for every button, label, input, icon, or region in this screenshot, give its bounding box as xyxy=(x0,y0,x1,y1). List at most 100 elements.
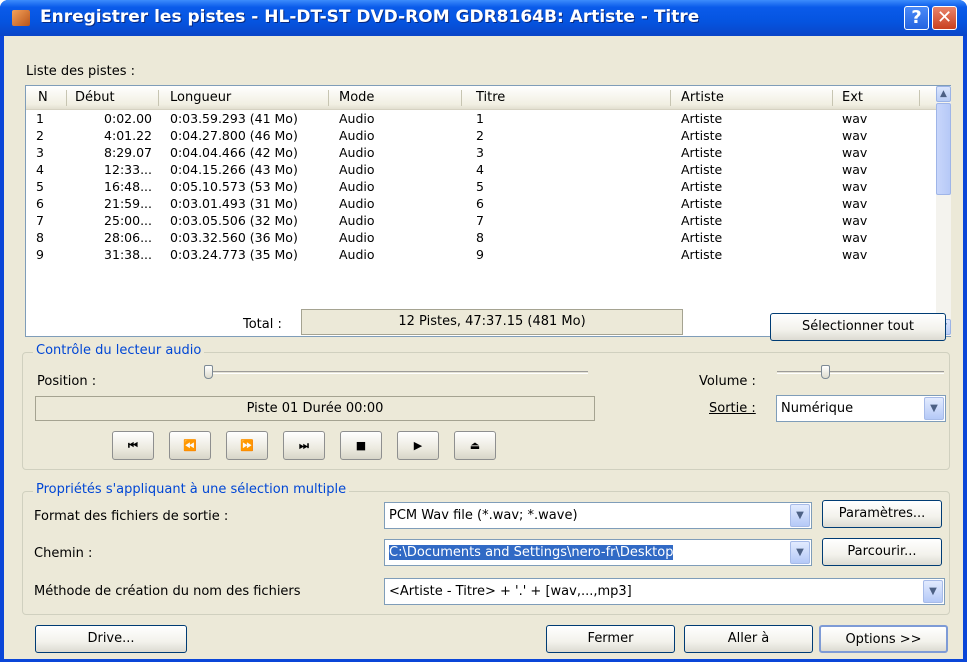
select-all-button[interactable]: Sélectionner tout xyxy=(770,313,946,341)
drive-button[interactable]: Drive... xyxy=(35,625,187,653)
naming-method-value: <Artiste - Titre> + '.' + [wav,...,mp3] xyxy=(389,584,632,599)
table-cell: wav xyxy=(842,111,868,126)
scroll-thumb[interactable] xyxy=(936,103,951,195)
table-cell: 7 xyxy=(476,213,484,228)
table-cell: 4:01.22 xyxy=(104,128,152,143)
col-header-titre[interactable]: Titre xyxy=(476,90,505,105)
help-button[interactable]: ? xyxy=(904,6,929,30)
table-cell: 0:05.10.573 (53 Mo) xyxy=(170,179,298,194)
table-cell: wav xyxy=(842,247,868,262)
dialog-client: Liste des pistes : N Début Longueur Mode… xyxy=(4,36,963,659)
eject-button[interactable]: ⏏ xyxy=(454,431,496,460)
chevron-down-icon[interactable]: ▼ xyxy=(923,580,943,603)
col-header-artiste[interactable]: Artiste xyxy=(681,90,724,105)
table-cell: Audio xyxy=(339,247,375,262)
options-button[interactable]: Options >> xyxy=(819,625,948,653)
col-header-n[interactable]: N xyxy=(38,90,48,105)
stop-button[interactable]: ■ xyxy=(340,431,382,460)
col-header-mode[interactable]: Mode xyxy=(339,90,374,105)
table-cell: 6 xyxy=(36,196,44,211)
close-button[interactable]: Fermer xyxy=(546,625,675,653)
table-cell: Artiste xyxy=(681,145,723,160)
path-input-value[interactable]: C:\Documents and Settings\nero-fr\Deskto… xyxy=(389,545,674,560)
table-cell: 0:03.05.506 (32 Mo) xyxy=(170,213,298,228)
fast-forward-icon: ⏩ xyxy=(240,439,254,452)
table-cell: 21:59... xyxy=(104,196,152,211)
table-row[interactable]: 6 21:59... 0:03.01.493 (31 Mo) Audio 6 Artist… xyxy=(26,196,936,213)
audio-player-group-label: Contrôle du lecteur audio xyxy=(33,343,205,358)
window-title: Enregistrer les pistes - HL-DT-ST DVD-RO… xyxy=(40,7,700,27)
table-cell: wav xyxy=(842,213,868,228)
table-cell: Artiste xyxy=(681,162,723,177)
table-cell: 0:04.27.800 (46 Mo) xyxy=(170,128,298,143)
chevron-down-icon[interactable]: ▼ xyxy=(790,504,810,527)
table-cell: wav xyxy=(842,145,868,160)
table-cell: 8 xyxy=(476,230,484,245)
table-row[interactable]: 9 31:38... 0:03.24.773 (35 Mo) Audio 9 Artist… xyxy=(26,247,936,264)
scroll-up-arrow-icon[interactable]: ▲ xyxy=(936,86,951,102)
play-icon: ▶ xyxy=(413,439,423,452)
table-cell: wav xyxy=(842,128,868,143)
table-row[interactable]: 8 28:06... 0:03.32.560 (36 Mo) Audio 8 Artist… xyxy=(26,230,936,247)
table-row[interactable]: 1 0:02.00 0:03.59.293 (41 Mo) Audio 1 Artiste… xyxy=(26,111,936,128)
table-cell: 2 xyxy=(476,128,484,143)
nero-app-icon xyxy=(12,10,30,26)
position-slider-thumb[interactable] xyxy=(204,365,213,379)
col-header-ext[interactable]: Ext xyxy=(842,90,863,105)
table-cell: 9 xyxy=(36,247,44,262)
fast-forward-button[interactable]: ⏩ xyxy=(226,431,268,460)
volume-slider-thumb[interactable] xyxy=(821,365,831,379)
table-cell: 0:04.15.266 (43 Mo) xyxy=(170,162,298,177)
table-cell: Audio xyxy=(339,128,375,143)
volume-slider-track[interactable] xyxy=(777,371,944,374)
output-select[interactable]: Numérique ▼ xyxy=(776,395,946,422)
table-cell: 0:03.01.493 (31 Mo) xyxy=(170,196,298,211)
table-cell: wav xyxy=(842,179,868,194)
format-select[interactable]: PCM Wav file (*.wav; *.wave) ▼ xyxy=(384,502,812,529)
tracklist-scrollbar[interactable]: ▲ ▼ xyxy=(936,86,951,336)
browse-button[interactable]: Parcourir... xyxy=(822,538,942,566)
table-row[interactable]: 7 25:00... 0:03.05.506 (32 Mo) Audio 7 Artist… xyxy=(26,213,936,230)
close-window-button[interactable]: ✕ xyxy=(932,6,957,30)
play-button[interactable]: ▶ xyxy=(397,431,439,460)
path-input[interactable]: C:\Documents and Settings\nero-fr\Deskto… xyxy=(384,539,812,566)
next-track-button[interactable]: ⏭ xyxy=(283,431,325,460)
col-header-longueur[interactable]: Longueur xyxy=(170,90,231,105)
table-cell: 1 xyxy=(36,111,44,126)
properties-group-label: Propriétés s'appliquant à une sélection … xyxy=(33,482,350,497)
table-cell: wav xyxy=(842,230,868,245)
output-select-value: Numérique xyxy=(781,401,854,416)
chevron-down-icon[interactable]: ▼ xyxy=(790,541,810,564)
table-cell: 7 xyxy=(36,213,44,228)
chevron-down-icon[interactable]: ▼ xyxy=(924,397,944,420)
goto-button[interactable]: Aller à xyxy=(684,625,813,653)
rewind-button[interactable]: ⏪ xyxy=(169,431,211,460)
table-cell: Artiste xyxy=(681,179,723,194)
col-header-debut[interactable]: Début xyxy=(75,90,115,105)
parameters-button[interactable]: Paramètres... xyxy=(822,500,942,528)
tracklist-header: N Début Longueur Mode Titre Artiste Ext xyxy=(26,86,936,110)
table-cell: Audio xyxy=(339,162,375,177)
output-label-text: Sortie : xyxy=(709,401,756,416)
table-cell: 9 xyxy=(476,247,484,262)
previous-track-icon: ⏮ xyxy=(128,439,138,452)
table-cell: 2 xyxy=(36,128,44,143)
naming-method-select[interactable]: <Artiste - Titre> + '.' + [wav,...,mp3] … xyxy=(384,578,945,605)
previous-track-button[interactable]: ⏮ xyxy=(112,431,154,460)
table-cell: Artiste xyxy=(681,196,723,211)
table-row[interactable]: 2 4:01.22 0:04.27.800 (46 Mo) Audio 2 Artiste… xyxy=(26,128,936,145)
volume-label: Volume : xyxy=(699,374,756,389)
table-cell: 0:03.59.293 (41 Mo) xyxy=(170,111,298,126)
stop-icon: ■ xyxy=(355,439,367,452)
output-label: Sortie : xyxy=(709,401,756,416)
table-cell: 0:02.00 xyxy=(104,111,152,126)
table-cell: 8:29.07 xyxy=(104,145,152,160)
total-field: 12 Pistes, 47:37.15 (481 Mo) xyxy=(301,309,683,335)
table-row[interactable]: 4 12:33... 0:04.15.266 (43 Mo) Audio 4 Artist… xyxy=(26,162,936,179)
position-slider-track[interactable] xyxy=(204,371,588,374)
table-row[interactable]: 3 8:29.07 0:04.04.466 (42 Mo) Audio 3 Artiste… xyxy=(26,145,936,162)
tracklist[interactable]: N Début Longueur Mode Titre Artiste Ext … xyxy=(25,85,951,337)
title-bar: Enregistrer les pistes - HL-DT-ST DVD-RO… xyxy=(0,0,967,36)
table-cell: 0:03.32.560 (36 Mo) xyxy=(170,230,298,245)
table-row[interactable]: 5 16:48... 0:05.10.573 (53 Mo) Audio 5 Artist… xyxy=(26,179,936,196)
